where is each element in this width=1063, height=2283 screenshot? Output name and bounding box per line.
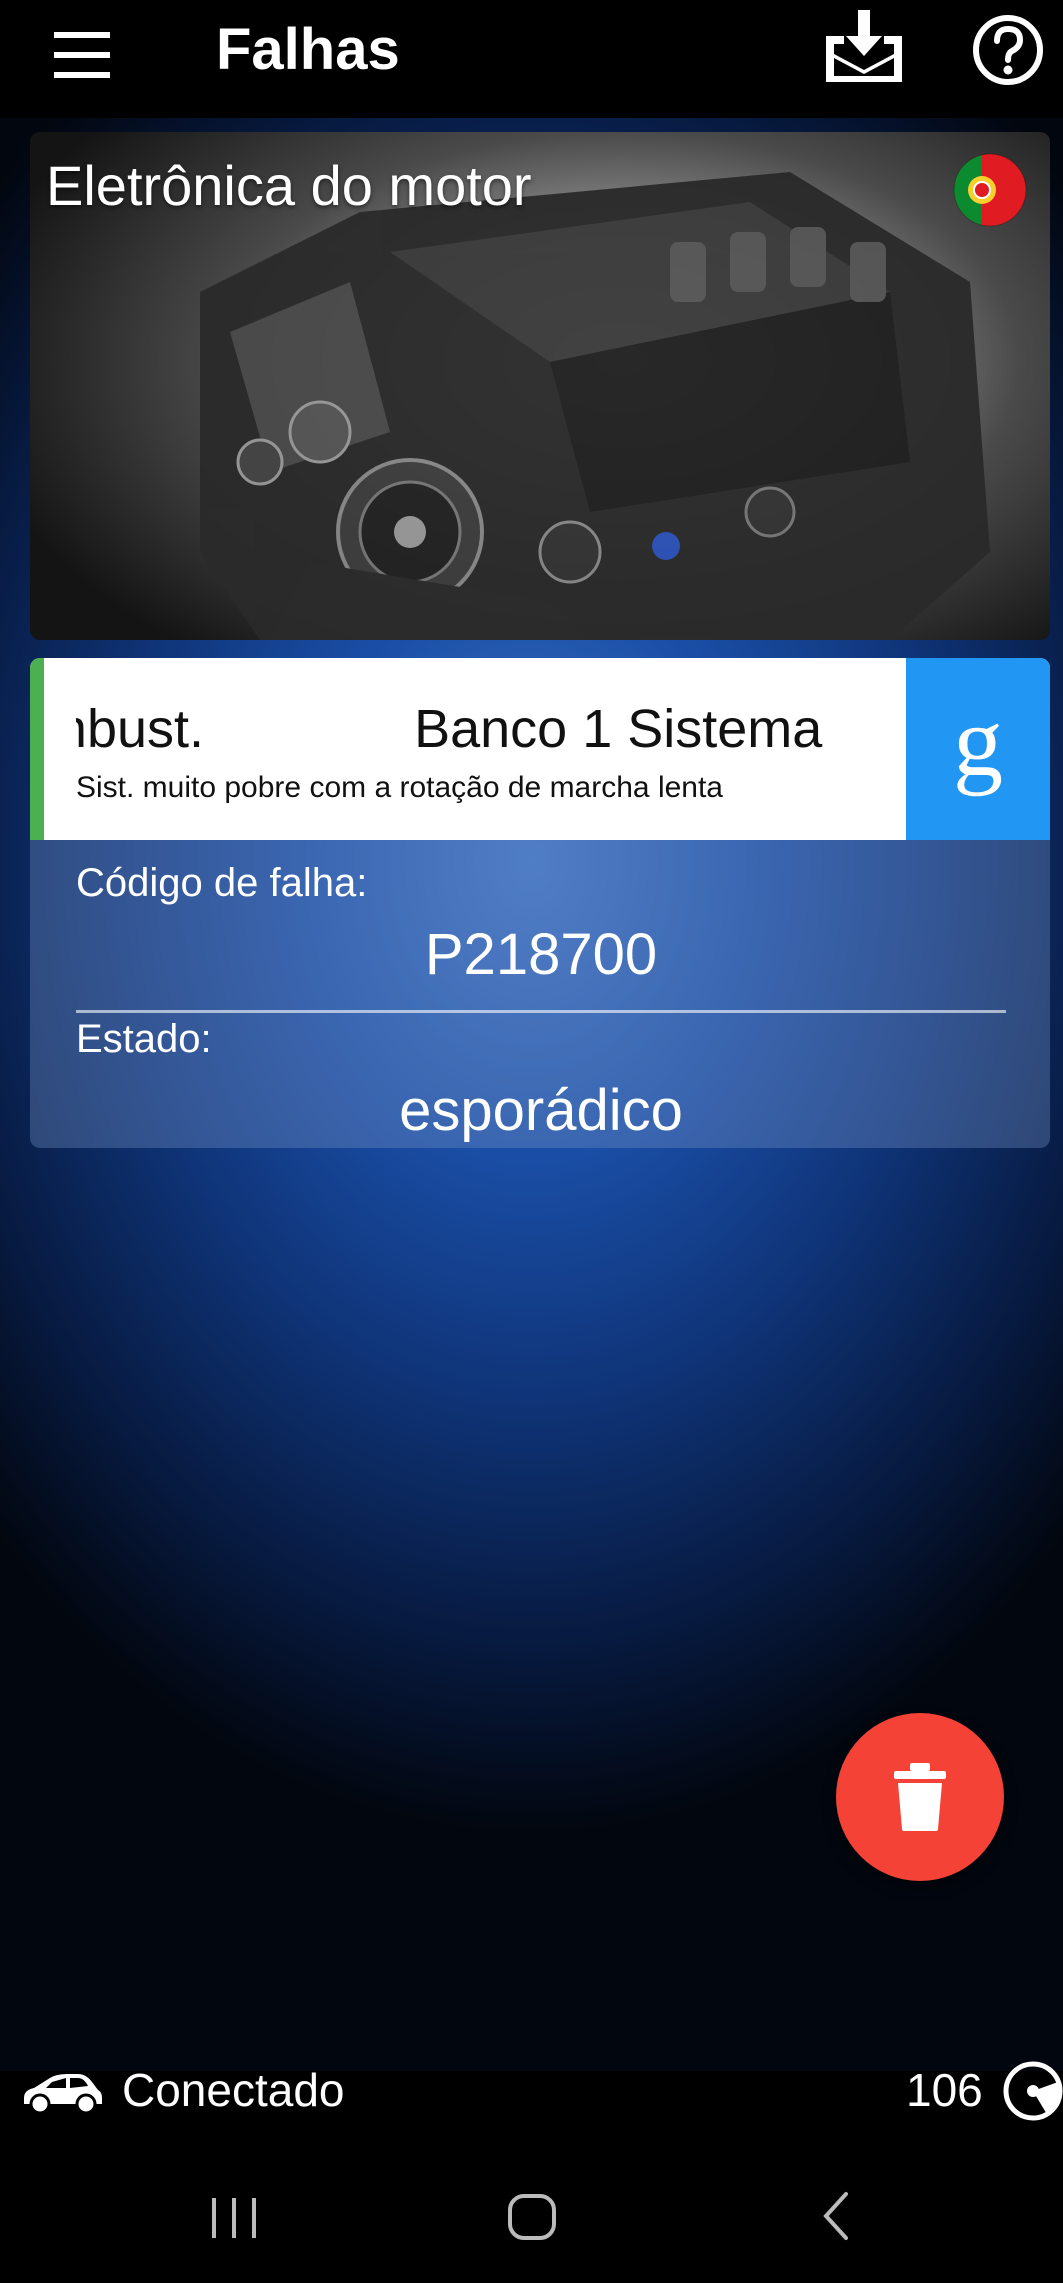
connection-status-bar: Conectado 106 bbox=[0, 2040, 1063, 2150]
fault-title: mbust. Banco 1 Sistema bbox=[76, 699, 823, 759]
field-divider bbox=[76, 1010, 1006, 1013]
fault-code-label: Código de falha: bbox=[76, 861, 368, 905]
fault-accent-bar bbox=[30, 658, 44, 840]
fault-header[interactable]: mbust. Banco 1 Sistema Sist. muito pobre… bbox=[30, 658, 1050, 840]
fault-card: mbust. Banco 1 Sistema Sist. muito pobre… bbox=[30, 658, 1050, 1148]
module-title: Eletrônica do motor bbox=[46, 154, 532, 217]
google-g-icon: g bbox=[953, 686, 1003, 797]
back-icon[interactable] bbox=[802, 2180, 874, 2252]
gauge-icon bbox=[1003, 2061, 1063, 2121]
recents-icon[interactable] bbox=[198, 2180, 270, 2252]
fault-description: Sist. muito pobre com a rotação de march… bbox=[76, 771, 723, 804]
car-icon bbox=[24, 2074, 102, 2115]
portugal-flag-icon[interactable] bbox=[952, 152, 1028, 228]
fault-code-value: P218700 bbox=[424, 922, 658, 987]
status-count: 106 bbox=[906, 2064, 983, 2116]
delete-faults-button[interactable] bbox=[836, 1713, 1004, 1881]
module-header-card: Eletrônica do motor bbox=[30, 132, 1050, 640]
fault-state-value: esporádico bbox=[399, 1078, 683, 1143]
page-title: Falhas bbox=[216, 17, 400, 82]
trash-icon bbox=[894, 1763, 946, 1831]
fault-title-marquee: mbust. Banco 1 Sistema bbox=[76, 694, 906, 764]
system-navigation-bar bbox=[0, 2150, 1063, 2283]
fault-state-label: Estado: bbox=[76, 1017, 212, 1061]
hamburger-menu-icon[interactable] bbox=[48, 22, 120, 94]
home-icon[interactable] bbox=[496, 2180, 568, 2252]
help-circle-icon[interactable] bbox=[970, 12, 1046, 88]
connection-status-text: Conectado bbox=[122, 2064, 345, 2116]
app-bar: Falhas bbox=[0, 0, 1063, 118]
google-search-button[interactable]: g bbox=[906, 658, 1050, 840]
inbox-download-icon[interactable] bbox=[820, 6, 908, 94]
